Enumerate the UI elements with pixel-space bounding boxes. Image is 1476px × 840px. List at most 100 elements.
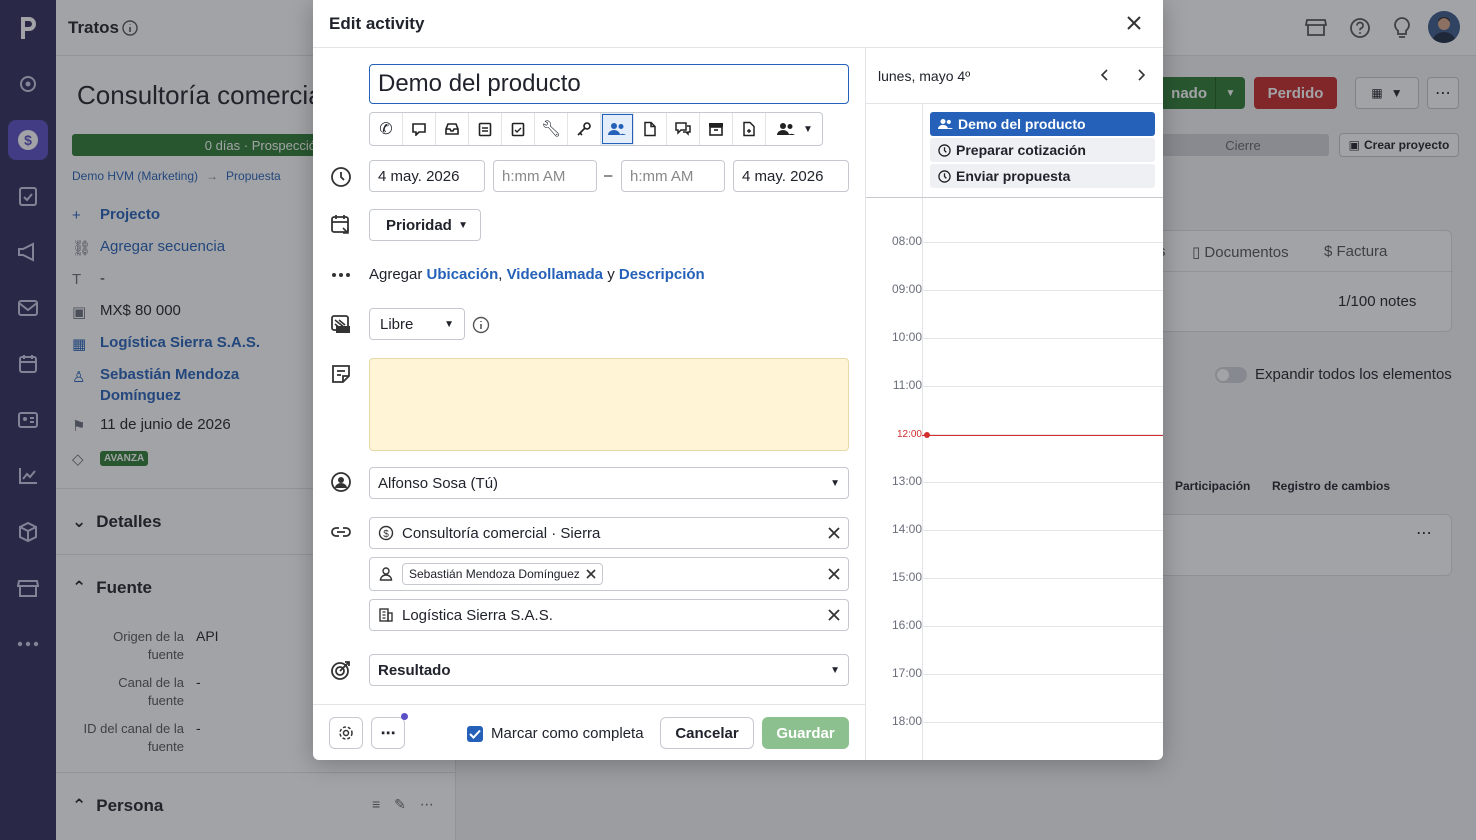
add-description-link[interactable]: Descripción bbox=[619, 266, 705, 283]
calendar-event[interactable]: Demo del producto bbox=[930, 112, 1155, 136]
linked-org-field[interactable]: Logística Sierra S.A.S. bbox=[369, 599, 849, 631]
clock-icon bbox=[938, 143, 951, 157]
add-location-link[interactable]: Ubicación bbox=[427, 266, 499, 283]
cancel-button[interactable]: Cancelar bbox=[660, 717, 754, 749]
people-icon bbox=[777, 123, 796, 135]
hour-line bbox=[923, 290, 1163, 291]
start-time-input[interactable]: h:mm AM bbox=[493, 160, 597, 192]
type-inbox[interactable] bbox=[436, 113, 469, 145]
hour-line bbox=[923, 386, 1163, 387]
hour-line bbox=[923, 242, 1163, 243]
add-prefix: Agregar bbox=[369, 266, 423, 283]
meeting-icon bbox=[938, 119, 953, 129]
mark-done-label[interactable]: Marcar como completa bbox=[491, 725, 644, 742]
clock-icon bbox=[938, 169, 951, 183]
availability-select[interactable]: Libre ▼ bbox=[369, 308, 465, 340]
chat-bubbles-icon bbox=[675, 122, 691, 136]
more-options-button[interactable]: ⋯ bbox=[371, 717, 405, 749]
linked-deal-field[interactable]: $ Consultoría comercial · Sierra bbox=[369, 517, 849, 549]
chat-icon bbox=[412, 123, 426, 136]
day-calendar: lunes, mayo 4º Demo del producto Prepara… bbox=[865, 48, 1163, 760]
building-icon bbox=[378, 607, 394, 623]
caret-down-icon: ▼ bbox=[830, 477, 840, 489]
type-more-dropdown[interactable]: ▼ bbox=[766, 113, 822, 145]
owner-select[interactable]: Alfonso Sosa (Tú) ▼ bbox=[369, 467, 849, 499]
meeting-icon bbox=[608, 123, 626, 135]
end-time-input[interactable]: h:mm AM bbox=[621, 160, 725, 192]
hour-line bbox=[923, 338, 1163, 339]
caret-down-icon: ▼ bbox=[444, 318, 454, 330]
phone-icon: ✆ bbox=[379, 121, 393, 138]
archive-icon bbox=[709, 123, 723, 136]
hour-line bbox=[923, 626, 1163, 627]
calendar-day-label: lunes, mayo 4º bbox=[878, 68, 971, 84]
type-chat[interactable] bbox=[403, 113, 436, 145]
note-textarea[interactable] bbox=[369, 358, 849, 451]
person-icon bbox=[378, 566, 394, 582]
svg-text:$: $ bbox=[383, 529, 389, 540]
end-date-input[interactable]: 4 may. 2026 bbox=[733, 160, 849, 192]
type-task[interactable] bbox=[469, 113, 502, 145]
start-date-input[interactable]: 4 may. 2026 bbox=[369, 160, 485, 192]
hour-label: 09:00 bbox=[891, 282, 922, 296]
chevron-left-icon[interactable] bbox=[1100, 68, 1110, 82]
calendar-event[interactable]: Enviar propuesta bbox=[930, 164, 1155, 188]
settings-button[interactable] bbox=[329, 717, 363, 749]
hour-line bbox=[923, 482, 1163, 483]
modal-title: Edit activity bbox=[329, 14, 425, 33]
add-extras-row: Agregar Ubicación, Videollamada y Descri… bbox=[369, 266, 705, 283]
wrench-icon: 🔧︎ bbox=[540, 121, 562, 138]
clear-icon[interactable] bbox=[828, 609, 840, 621]
current-time-dot bbox=[924, 432, 930, 438]
caret-down-icon: ▼ bbox=[803, 123, 813, 135]
clipboard-check-icon bbox=[511, 122, 525, 137]
save-button[interactable]: Guardar bbox=[762, 717, 849, 749]
type-chat-bubbles[interactable] bbox=[667, 113, 700, 145]
document-icon bbox=[644, 121, 656, 137]
close-icon[interactable] bbox=[1126, 15, 1142, 31]
type-meeting[interactable] bbox=[601, 113, 634, 145]
hour-label: 10:00 bbox=[891, 330, 922, 344]
mark-done-checkbox[interactable] bbox=[467, 726, 483, 742]
more-icon bbox=[330, 264, 352, 286]
linked-deal-value: Consultoría comercial · Sierra bbox=[402, 524, 601, 542]
hour-line bbox=[923, 674, 1163, 675]
type-document[interactable] bbox=[634, 113, 667, 145]
hour-label: 11:00 bbox=[892, 378, 922, 392]
gear-icon bbox=[339, 726, 353, 740]
clear-icon[interactable] bbox=[828, 568, 840, 580]
type-archive[interactable] bbox=[700, 113, 733, 145]
current-time-line bbox=[922, 435, 1163, 436]
chevron-right-icon[interactable] bbox=[1136, 68, 1146, 82]
clipboard-icon bbox=[478, 122, 492, 137]
range-dash: – bbox=[604, 167, 613, 184]
calendar-event[interactable]: Preparar cotización bbox=[930, 138, 1155, 162]
linked-person-field[interactable]: Sebastián Mendoza Domínguez bbox=[369, 557, 849, 591]
hour-line bbox=[923, 530, 1163, 531]
result-select[interactable]: Resultado ▼ bbox=[369, 654, 849, 686]
hour-line bbox=[923, 722, 1163, 723]
info-icon[interactable] bbox=[472, 316, 490, 334]
caret-down-icon: ▼ bbox=[458, 219, 468, 231]
modal-footer: ⋯ Marcar como completa Cancelar Guardar bbox=[313, 704, 865, 760]
person-chip[interactable]: Sebastián Mendoza Domínguez bbox=[402, 563, 603, 585]
chip-remove-icon[interactable] bbox=[586, 569, 596, 579]
add-video-link[interactable]: Videollamada bbox=[507, 266, 603, 283]
priority-select[interactable]: Prioridad ▼ bbox=[369, 209, 481, 241]
hour-label: 08:00 bbox=[891, 234, 922, 248]
link-icon bbox=[330, 521, 352, 543]
hour-label: 13:00 bbox=[891, 474, 922, 488]
subject-input[interactable]: Demo del producto bbox=[369, 64, 849, 104]
busy-status-icon bbox=[330, 313, 352, 335]
clear-icon[interactable] bbox=[828, 527, 840, 539]
dollar-icon: $ bbox=[378, 525, 394, 541]
type-tool[interactable]: 🔧︎ bbox=[535, 113, 568, 145]
type-call[interactable]: ✆ bbox=[370, 113, 403, 145]
document-plus-icon bbox=[743, 121, 755, 137]
type-task-check[interactable] bbox=[502, 113, 535, 145]
type-key[interactable] bbox=[568, 113, 601, 145]
modal-header: Edit activity bbox=[313, 0, 1163, 48]
edit-activity-modal: Edit activity Demo del producto ✆ 🔧︎ ▼ 4… bbox=[313, 0, 1163, 760]
type-document-plus[interactable] bbox=[733, 113, 766, 145]
hour-label: 16:00 bbox=[891, 618, 922, 632]
